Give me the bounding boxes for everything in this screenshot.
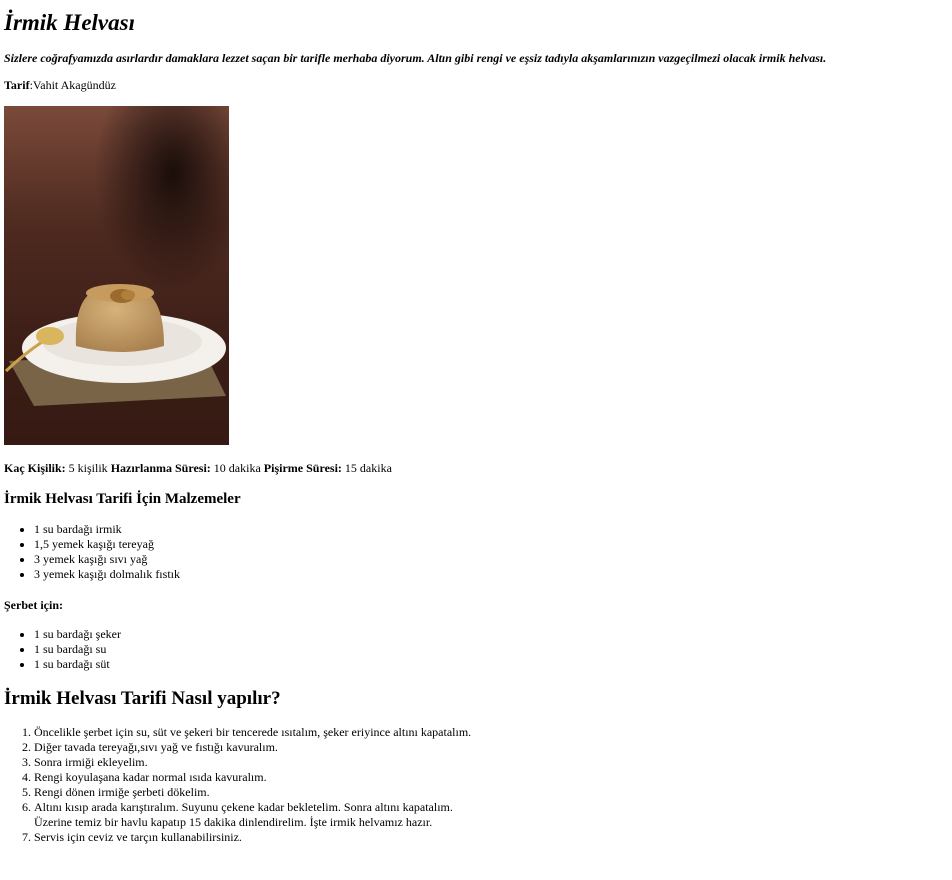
steps-list: Öncelikle şerbet için su, süt ve şekeri … bbox=[4, 725, 948, 845]
list-item: 3 yemek kaşığı sıvı yağ bbox=[34, 552, 948, 567]
list-item: 1 su bardağı su bbox=[34, 642, 948, 657]
list-item: Öncelikle şerbet için su, süt ve şekeri … bbox=[34, 725, 948, 740]
list-item: Diğer tavada tereyağı,sıvı yağ ve fıstığ… bbox=[34, 740, 948, 755]
list-item: Servis için ceviz ve tarçın kullanabilir… bbox=[34, 830, 948, 845]
list-item: Rengi koyulaşana kadar normal ısıda kavu… bbox=[34, 770, 948, 785]
ingredients-heading: İrmik Helvası Tarifi İçin Malzemeler bbox=[4, 491, 241, 507]
list-item: 3 yemek kaşığı dolmalık fıstık bbox=[34, 567, 948, 582]
author-name: Vahit Akagündüz bbox=[32, 78, 116, 92]
recipe-photo bbox=[4, 106, 229, 445]
author-line: Tarif:Vahit Akagündüz bbox=[4, 78, 116, 92]
list-item: Sonra irmiği ekleyelim. bbox=[34, 755, 948, 770]
author-label: Tarif bbox=[4, 78, 30, 92]
prep-value: 10 dakika bbox=[213, 461, 261, 475]
list-item: Rengi dönen irmiğe şerbeti dökelim. bbox=[34, 785, 948, 800]
list-item: 1 su bardağı irmik bbox=[34, 522, 948, 537]
recipe-meta: Kaç Kişilik: 5 kişilik Hazırlanma Süresi… bbox=[4, 461, 948, 476]
cook-value: 15 dakika bbox=[344, 461, 392, 475]
steps-heading: İrmik Helvası Tarifi Nasıl yapılır? bbox=[4, 688, 281, 709]
page-title: İrmik Helvası bbox=[4, 10, 135, 35]
servings-label: Kaç Kişilik: bbox=[4, 461, 66, 475]
servings-value: 5 kişilik bbox=[68, 461, 108, 475]
intro-text: Sizlere coğrafyamızda asırlardır damakla… bbox=[4, 51, 827, 65]
recipe-page: İrmik Helvası Sizlere coğrafyamızda asır… bbox=[0, 10, 952, 845]
list-item: Altını kısıp arada karıştıralım. Suyunu … bbox=[34, 800, 464, 830]
sherbet-heading: Şerbet için: bbox=[4, 598, 63, 612]
cook-label: Pişirme Süresi: bbox=[263, 461, 342, 475]
list-item: 1 su bardağı şeker bbox=[34, 627, 948, 642]
list-item: 1,5 yemek kaşığı tereyağ bbox=[34, 537, 948, 552]
list-item: 1 su bardağı süt bbox=[34, 657, 948, 672]
sherbet-list: 1 su bardağı şeker 1 su bardağı su 1 su … bbox=[4, 627, 948, 672]
ingredients-list: 1 su bardağı irmik 1,5 yemek kaşığı tere… bbox=[4, 522, 948, 582]
prep-label: Hazırlanma Süresi: bbox=[110, 461, 211, 475]
